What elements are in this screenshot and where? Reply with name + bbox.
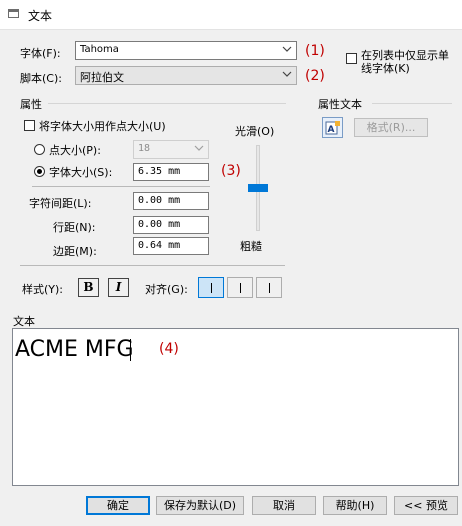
align-center-icon (240, 283, 241, 293)
ok-button[interactable]: 确定 (86, 496, 150, 515)
smoothness-slider[interactable] (248, 145, 268, 231)
point-size-value: 18 (138, 143, 151, 154)
font-size-input[interactable]: 6.35 mm (133, 163, 209, 181)
text-caret (130, 339, 131, 361)
script-combobox[interactable]: 阿拉伯文 (75, 66, 297, 85)
text-label: 文本 (13, 315, 35, 328)
align-right-button[interactable] (256, 277, 282, 298)
script-value: 阿拉伯文 (80, 71, 124, 84)
font-label: 字体(F): (20, 47, 61, 60)
line-spacing-value: 0.00 mm (138, 219, 181, 230)
window-title: 文本 (28, 9, 53, 23)
cancel-button[interactable]: 取消 (252, 496, 316, 515)
italic-icon: I (115, 280, 122, 294)
single-line-fonts-checkbox[interactable] (346, 53, 357, 64)
attributes-group-line (48, 103, 286, 104)
margin-value: 0.64 mm (138, 240, 181, 251)
align-right-icon (269, 283, 270, 293)
font-size-value: 6.35 mm (138, 166, 181, 177)
line-spacing-input[interactable]: 0.00 mm (133, 216, 209, 234)
char-spacing-label: 字符间距(L): (29, 197, 92, 210)
smooth-label: 光滑(O) (235, 125, 275, 138)
svg-text:A: A (328, 125, 335, 135)
attribute-text-group-line (372, 103, 452, 104)
char-spacing-value: 0.00 mm (138, 195, 181, 206)
single-line-fonts-label-line2: 线字体(K) (361, 62, 410, 75)
margin-input[interactable]: 0.64 mm (133, 237, 209, 255)
line-spacing-label: 行距(N): (53, 221, 96, 234)
annotation-1: (1) (305, 43, 325, 59)
chevron-down-icon (282, 68, 292, 82)
align-label: 对齐(G): (145, 283, 188, 296)
preview-button[interactable]: << 预览 (394, 496, 458, 515)
attribute-text-group-label: 属性文本 (318, 98, 362, 111)
font-size-label: 字体大小(S): (49, 166, 113, 179)
bold-icon: B (83, 280, 94, 294)
align-left-button[interactable] (198, 277, 224, 298)
use-point-size-label: 将字体大小用作点大小(U) (39, 120, 166, 133)
rough-label: 粗糙 (240, 240, 262, 253)
point-size-radio[interactable] (34, 144, 45, 155)
point-size-combobox[interactable]: 18 (133, 140, 209, 159)
font-value: Tahoma (80, 44, 119, 55)
help-button[interactable]: 帮助(H) (323, 496, 387, 515)
annotation-3: (3) (221, 163, 241, 179)
save-default-button[interactable]: 保存为默认(D) (156, 496, 244, 515)
chevron-down-icon (194, 142, 204, 156)
annotation-2: (2) (305, 68, 325, 84)
annotation-4: (4) (159, 341, 179, 357)
single-line-fonts-label-line1: 在列表中仅显示单 (361, 49, 449, 62)
attribute-text-icon: A (325, 121, 340, 135)
text-content: ACME MFG (15, 337, 134, 362)
style-separator (20, 265, 285, 266)
align-center-button[interactable] (227, 277, 253, 298)
italic-button[interactable]: I (108, 278, 129, 297)
title-bar: 文本 (0, 0, 462, 30)
font-combobox[interactable]: Tahoma (75, 41, 297, 60)
slider-thumb[interactable] (248, 184, 268, 192)
align-left-icon (211, 283, 212, 293)
single-line-fonts-label: 在列表中仅显示单 线字体(K) (361, 49, 449, 75)
format-button[interactable]: 格式(R)... (354, 118, 428, 137)
char-spacing-input[interactable]: 0.00 mm (133, 192, 209, 210)
chevron-down-icon (282, 43, 292, 57)
use-point-size-checkbox[interactable] (24, 120, 35, 131)
margin-label: 边距(M): (53, 245, 97, 258)
script-label: 脚本(C): (20, 72, 62, 85)
style-label: 样式(Y): (22, 283, 64, 296)
font-size-radio[interactable] (34, 166, 45, 177)
window-icon (8, 9, 19, 18)
attributes-group-label: 属性 (20, 98, 42, 111)
bold-button[interactable]: B (78, 278, 99, 297)
point-size-label: 点大小(P): (49, 144, 101, 157)
attribute-text-button[interactable]: A (322, 117, 343, 138)
attributes-separator (32, 186, 210, 187)
text-area[interactable]: ACME MFG (12, 328, 459, 486)
